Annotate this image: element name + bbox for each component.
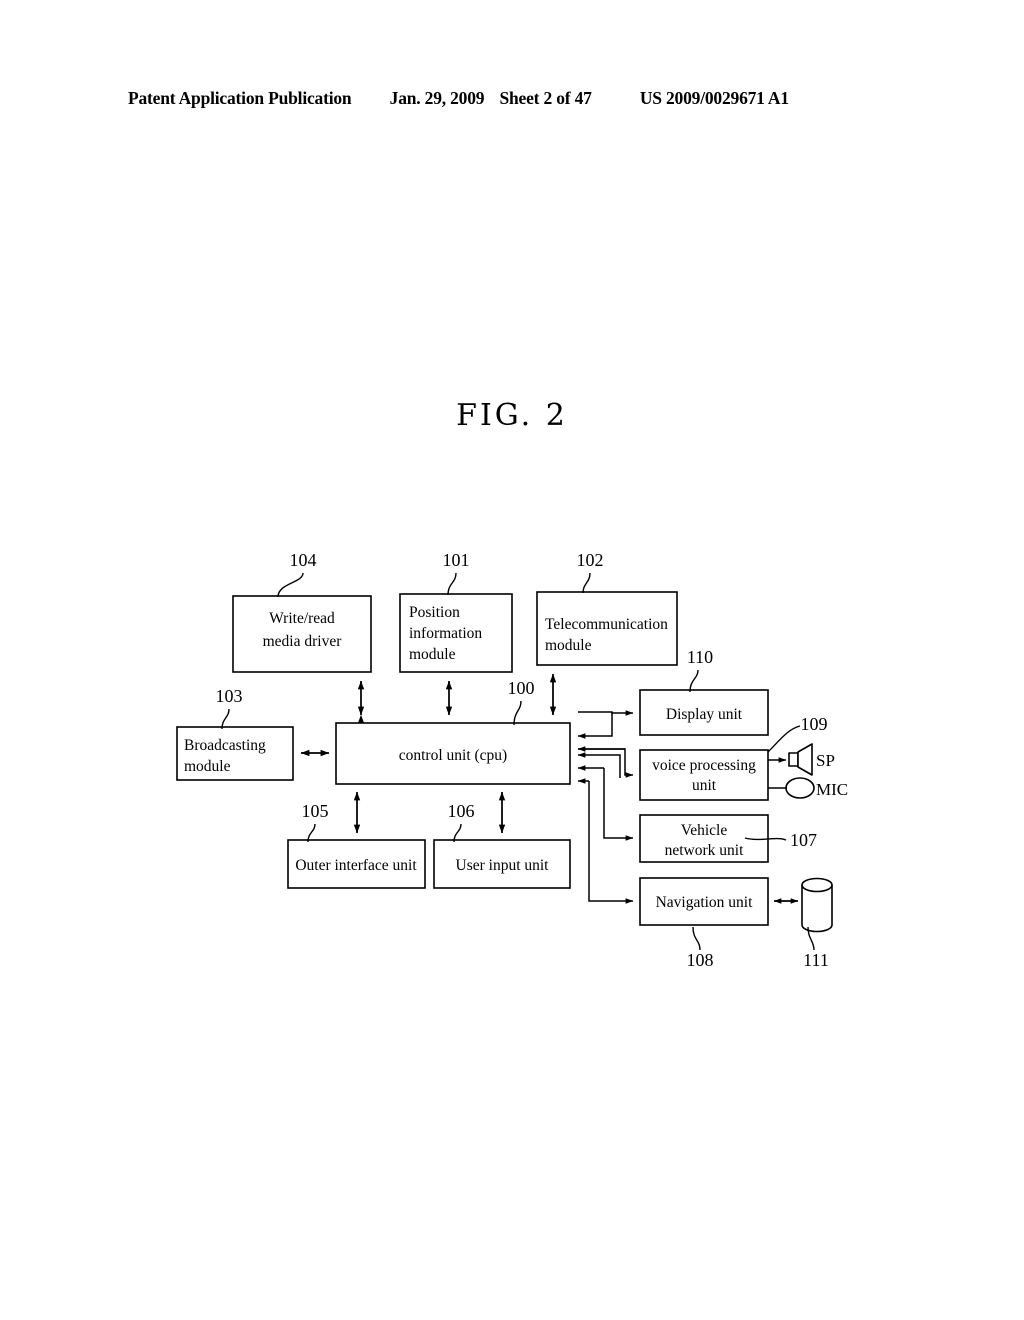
block-position-information-module: Position information module xyxy=(399,593,513,673)
connector-control-unit-to-voice-processing xyxy=(577,746,634,778)
block-navigation-unit: Navigation unit xyxy=(639,877,769,926)
block-label-line1: Telecommunication xyxy=(545,616,668,633)
patent-page: Patent Application Publication Jan. 29, … xyxy=(0,0,1024,1320)
block-label-line3: module xyxy=(409,646,456,663)
block-label-line2: network unit xyxy=(665,842,744,859)
reference-104: 104 xyxy=(277,550,317,598)
block-telecommunication-module: Telecommunication module xyxy=(536,591,678,666)
reference-100: 100 xyxy=(508,678,535,726)
block-label-line1: Display unit xyxy=(666,706,743,723)
svg-text:109: 109 xyxy=(801,714,828,734)
block-label-line2: media driver xyxy=(263,633,343,650)
block-label-line1: Navigation unit xyxy=(656,894,754,911)
block-label-line2: information xyxy=(409,625,482,642)
reference-101: 101 xyxy=(443,550,470,596)
block-broadcasting-module: Broadcasting module xyxy=(176,726,294,781)
speaker-icon xyxy=(788,743,813,776)
block-voice-processing-unit: voice processing unit xyxy=(639,749,769,801)
block-label-line1: Write/read xyxy=(269,610,335,627)
reference-106: 106 xyxy=(448,801,475,843)
block-label-line2: module xyxy=(545,637,592,654)
connector-control-unit-to-vehicle-network xyxy=(577,765,634,841)
block-label-line2: module xyxy=(184,758,231,775)
reference-111: 111 xyxy=(803,926,829,970)
block-label-line1: voice processing xyxy=(652,757,756,774)
svg-text:111: 111 xyxy=(803,950,829,970)
svg-text:104: 104 xyxy=(290,550,317,570)
reference-109: 109 xyxy=(767,714,828,753)
svg-text:106: 106 xyxy=(448,801,475,821)
block-diagram: Write/read media driver 104 Position inf… xyxy=(176,550,848,970)
speaker-label: SP xyxy=(816,751,835,770)
reference-108: 108 xyxy=(687,926,714,970)
block-label-line2: unit xyxy=(692,777,717,794)
svg-text:107: 107 xyxy=(790,830,817,850)
block-label-line1: User input unit xyxy=(456,857,550,874)
connector-control-unit-to-navigation-unit xyxy=(577,778,634,904)
block-outer-interface-unit: Outer interface unit xyxy=(287,839,426,889)
svg-text:100: 100 xyxy=(508,678,535,698)
block-write-read-media-driver: Write/read media driver xyxy=(232,595,372,673)
connector-control-unit-to-display-unit xyxy=(577,710,634,739)
reference-102: 102 xyxy=(577,550,604,594)
svg-text:105: 105 xyxy=(302,801,329,821)
block-label-line1: Outer interface unit xyxy=(295,857,417,874)
svg-text:110: 110 xyxy=(687,647,713,667)
svg-text:103: 103 xyxy=(216,686,243,706)
block-display-unit: Display unit xyxy=(639,689,769,736)
reference-110: 110 xyxy=(687,647,713,693)
block-control-unit: control unit (cpu) xyxy=(335,722,571,785)
block-label-line1: Vehicle xyxy=(681,822,728,839)
svg-text:102: 102 xyxy=(577,550,604,570)
block-user-input-unit: User input unit xyxy=(433,839,571,889)
svg-text:101: 101 xyxy=(443,550,470,570)
storage-cylinder-icon xyxy=(801,877,833,933)
microphone-icon xyxy=(785,777,815,799)
reference-103: 103 xyxy=(216,686,243,730)
microphone-label: MIC xyxy=(816,780,848,799)
block-label-line1: Broadcasting xyxy=(184,737,266,754)
block-label-line1: control unit (cpu) xyxy=(399,747,507,764)
svg-text:108: 108 xyxy=(687,950,714,970)
block-label-line1: Position xyxy=(409,604,460,621)
reference-105: 105 xyxy=(302,801,329,843)
